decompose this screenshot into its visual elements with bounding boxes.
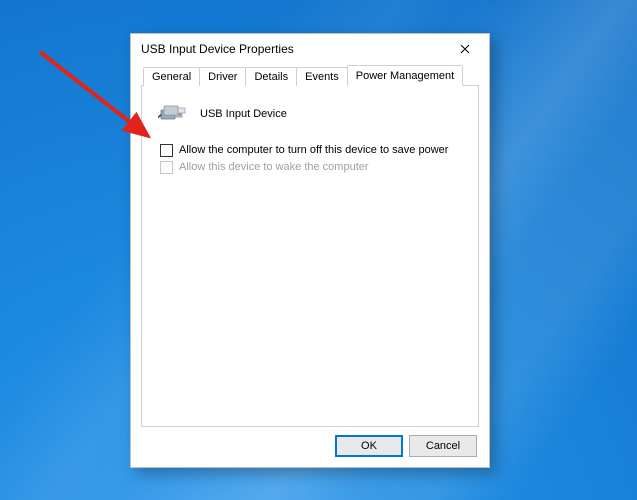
desktop-wallpaper: USB Input Device Properties General Driv…	[0, 0, 637, 500]
tab-label: Details	[254, 71, 288, 83]
power-options: Allow the computer to turn off this devi…	[160, 143, 466, 174]
tab-details[interactable]: Details	[245, 67, 297, 86]
tab-page-power-management: USB Input Device Allow the computer to t…	[141, 86, 479, 427]
dialog-titlebar[interactable]: USB Input Device Properties	[131, 34, 489, 64]
tab-label: Events	[305, 71, 339, 83]
close-icon	[460, 41, 470, 57]
device-name: USB Input Device	[200, 108, 287, 120]
checkbox-box-icon	[160, 144, 173, 157]
checkbox-label: Allow the computer to turn off this devi…	[179, 143, 448, 157]
close-button[interactable]	[445, 36, 485, 62]
tab-strip: General Driver Details Events Power Mana…	[141, 64, 479, 86]
tab-label: Power Management	[356, 70, 454, 82]
cancel-button[interactable]: Cancel	[409, 435, 477, 457]
tab-power-management[interactable]: Power Management	[347, 65, 463, 86]
ok-button[interactable]: OK	[335, 435, 403, 457]
checkbox-label: Allow this device to wake the computer	[179, 160, 369, 174]
tab-events[interactable]: Events	[296, 67, 348, 86]
tab-general[interactable]: General	[143, 67, 200, 86]
tab-label: Driver	[208, 71, 237, 83]
checkbox-allow-turn-off[interactable]: Allow the computer to turn off this devi…	[160, 143, 466, 157]
button-label: OK	[361, 440, 377, 452]
dialog-button-row: OK Cancel	[141, 427, 479, 457]
dialog-title: USB Input Device Properties	[141, 42, 445, 56]
tab-driver[interactable]: Driver	[199, 67, 246, 86]
device-header: USB Input Device	[158, 100, 466, 127]
checkbox-box-icon	[160, 161, 173, 174]
properties-dialog: USB Input Device Properties General Driv…	[130, 33, 490, 468]
dialog-client-area: General Driver Details Events Power Mana…	[131, 64, 489, 467]
checkbox-allow-wake: Allow this device to wake the computer	[160, 160, 466, 174]
button-label: Cancel	[426, 440, 460, 452]
usb-device-icon	[158, 100, 190, 127]
tab-label: General	[152, 71, 191, 83]
